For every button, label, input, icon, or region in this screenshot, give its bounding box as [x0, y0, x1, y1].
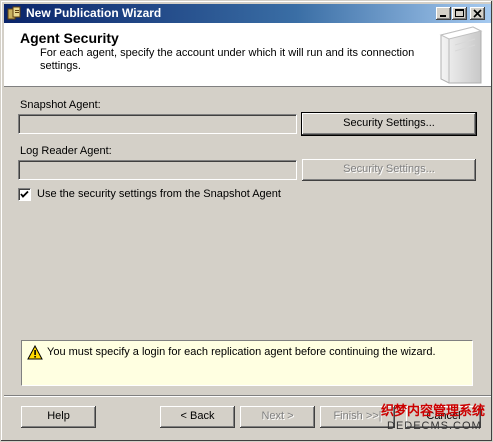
warning-icon — [27, 345, 43, 360]
title-bar[interactable]: New Publication Wizard — [4, 4, 491, 23]
snapshot-security-settings-label: Security Settings... — [343, 117, 435, 129]
watermark: 织梦内容管理系统 DEDECMS.COM — [381, 404, 493, 440]
use-snapshot-security-label[interactable]: Use the security settings from the Snaps… — [37, 188, 281, 200]
minimize-icon — [440, 15, 446, 17]
message-box: You must specify a login for each replic… — [21, 340, 473, 386]
window-title: New Publication Wizard — [26, 6, 162, 20]
watermark-cn: 织梦内容管理系统 — [381, 404, 486, 419]
minimize-button[interactable] — [436, 7, 451, 20]
log-reader-agent-label: Log Reader Agent: — [20, 145, 112, 157]
watermark-en: DEDECMS.COM — [387, 420, 482, 432]
close-icon — [473, 9, 482, 18]
snapshot-security-settings-button[interactable]: Security Settings... — [301, 112, 477, 136]
next-button[interactable]: Next > — [240, 406, 315, 428]
wizard-book-icon — [439, 26, 483, 84]
use-snapshot-security-checkbox[interactable] — [18, 188, 31, 201]
log-reader-security-settings-label: Security Settings... — [343, 163, 435, 175]
app-icon — [7, 6, 21, 20]
finish-label: Finish >>| — [333, 410, 382, 422]
page-title: Agent Security — [20, 30, 119, 46]
log-reader-agent-field — [18, 160, 297, 180]
page-subtitle: For each agent, specify the account unde… — [40, 47, 415, 72]
maximize-icon — [455, 9, 464, 17]
maximize-button[interactable] — [452, 7, 467, 20]
snapshot-agent-label: Snapshot Agent: — [20, 99, 101, 111]
help-button[interactable]: Help — [21, 406, 96, 428]
back-button[interactable]: < Back — [160, 406, 235, 428]
snapshot-agent-field — [18, 114, 297, 134]
back-label: < Back — [180, 410, 215, 422]
help-label: Help — [47, 410, 70, 422]
next-label: Next > — [261, 410, 294, 422]
checkmark-icon — [20, 190, 29, 198]
message-text: You must specify a login for each replic… — [47, 346, 436, 358]
footer-separator — [4, 395, 491, 397]
wizard-header: Agent Security For each agent, specify t… — [4, 23, 491, 87]
wizard-window: New Publication Wizard Agent Security Fo… — [0, 0, 493, 442]
log-reader-security-settings-button[interactable]: Security Settings... — [302, 159, 476, 181]
close-button[interactable] — [470, 7, 485, 20]
